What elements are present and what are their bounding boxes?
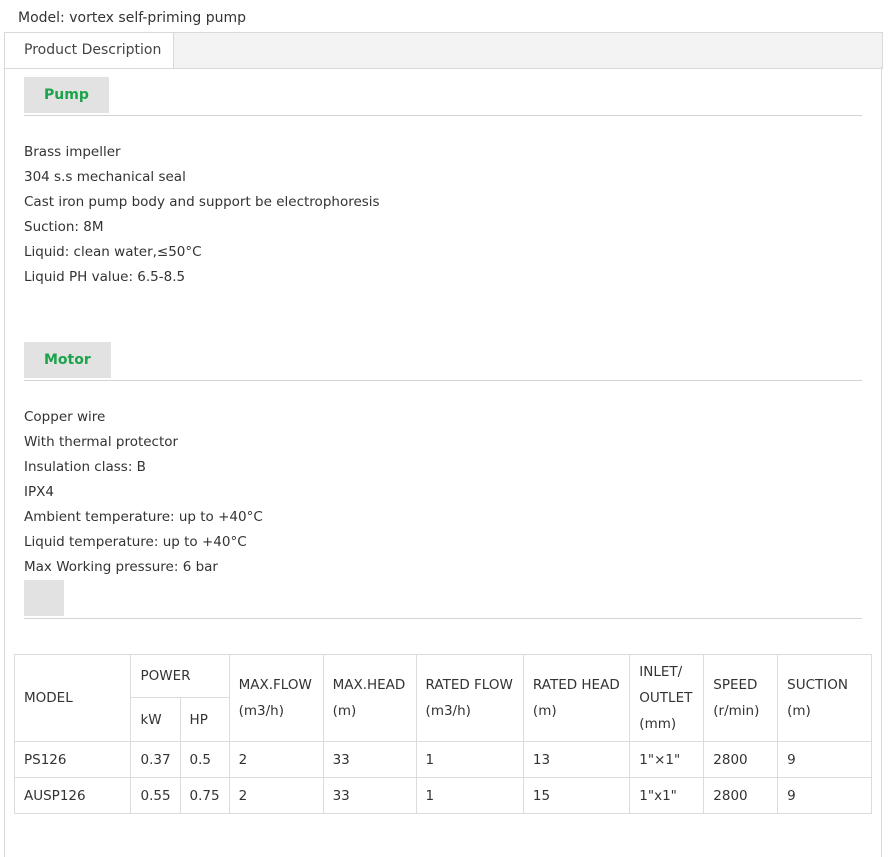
header-inlet-label: INLET/ (639, 664, 683, 680)
motor-section-title: Motor (24, 342, 111, 378)
cell-suction: 9 (777, 777, 872, 814)
header-suction: SUCTION (m) (777, 654, 872, 742)
list-item: Liquid PH value: 6.5-8.5 (24, 269, 186, 285)
header-suction-unit: (m) (787, 703, 811, 719)
header-rated-head: RATED HEAD (m) (522, 654, 631, 742)
model-value: vortex self-priming pump (69, 10, 246, 26)
header-rated-head-label: RATED HEAD (532, 677, 620, 693)
header-kw: kW (130, 697, 181, 742)
header-max-flow-unit: (m3/h) (238, 703, 284, 719)
cell-suction: 9 (777, 741, 872, 778)
header-speed-unit: (r/min) (713, 703, 760, 719)
header-inlet-outlet: INLET/ OUTLET (mm) (629, 654, 705, 742)
cell-max-head: 33 (322, 741, 417, 778)
list-item: Insulation class: B (24, 459, 146, 475)
header-speed: SPEED (r/min) (703, 654, 779, 742)
pump-section-title: Pump (24, 77, 109, 113)
pump-feature-list: Brass impeller 304 s.s mechanical seal C… (24, 140, 380, 290)
header-rated-head-unit: (m) (532, 703, 557, 719)
tab-product-description[interactable]: Product Description (4, 32, 174, 68)
list-item: With thermal protector (24, 434, 179, 450)
cell-kw: 0.55 (130, 777, 181, 814)
blank-section-header (24, 580, 862, 619)
model-label: Model: (18, 10, 65, 26)
header-power: POWER (130, 654, 230, 698)
cell-speed: 2800 (703, 777, 779, 814)
cell-kw: 0.37 (130, 741, 181, 778)
pump-section-header: Pump (24, 77, 862, 116)
cell-max-head: 33 (322, 777, 417, 814)
header-hp: HP (179, 697, 230, 742)
header-rated-flow: RATED FLOW (m3/h) (415, 654, 524, 742)
cell-hp: 0.5 (179, 741, 230, 778)
spec-table: MODEL POWER MAX.FLOW (m3/h) MAX.HEAD (m)… (13, 654, 872, 814)
cell-model: AUSP126 (13, 777, 132, 814)
cell-speed: 2800 (703, 741, 779, 778)
list-item: Suction: 8M (24, 219, 104, 235)
header-inlet-outlet-unit: (mm) (639, 716, 677, 732)
blank-section-tab (24, 580, 64, 616)
header-max-head-unit: (m) (332, 703, 357, 719)
table-row: PS126 0.37 0.5 2 33 1 13 1"×1" 2800 9 (13, 741, 872, 778)
motor-feature-list: Copper wire With thermal protector Insul… (24, 405, 263, 580)
cell-rated-head: 15 (522, 777, 631, 814)
list-item: Brass impeller (24, 144, 121, 160)
cell-max-flow: 2 (228, 741, 324, 778)
cell-inlet-outlet: 1"×1" (629, 741, 705, 778)
header-max-head: MAX.HEAD (m) (322, 654, 417, 742)
cell-rated-head: 13 (522, 741, 631, 778)
header-model: MODEL (13, 654, 132, 742)
header-max-head-label: MAX.HEAD (332, 677, 406, 693)
table-row: AUSP126 0.55 0.75 2 33 1 15 1"x1" 2800 9 (13, 777, 872, 814)
list-item: Copper wire (24, 409, 106, 425)
list-item: Cast iron pump body and support be elect… (24, 194, 380, 210)
header-max-flow: MAX.FLOW (m3/h) (228, 654, 324, 742)
list-item: Liquid: clean water,≤50°C (24, 244, 202, 260)
table-header-row: MODEL POWER MAX.FLOW (m3/h) MAX.HEAD (m)… (13, 654, 872, 742)
header-speed-label: SPEED (713, 677, 758, 693)
cell-rated-flow: 1 (415, 777, 524, 814)
list-item: Ambient temperature: up to +40°C (24, 509, 263, 525)
header-rated-flow-label: RATED FLOW (425, 677, 513, 693)
cell-hp: 0.75 (179, 777, 230, 814)
cell-max-flow: 2 (228, 777, 324, 814)
list-item: Max Working pressure: 6 bar (24, 559, 218, 575)
model-line: Model: vortex self-priming pump (18, 10, 246, 26)
list-item: 304 s.s mechanical seal (24, 169, 186, 185)
motor-section-header: Motor (24, 342, 862, 381)
cell-rated-flow: 1 (415, 741, 524, 778)
cell-inlet-outlet: 1"x1" (629, 777, 705, 814)
list-item: Liquid temperature: up to +40°C (24, 534, 247, 550)
cell-model: PS126 (13, 741, 132, 778)
list-item: IPX4 (24, 484, 54, 500)
header-outlet-label: OUTLET (639, 690, 693, 706)
header-max-flow-label: MAX.FLOW (238, 677, 312, 693)
header-rated-flow-unit: (m3/h) (425, 703, 471, 719)
header-suction-label: SUCTION (787, 677, 848, 693)
